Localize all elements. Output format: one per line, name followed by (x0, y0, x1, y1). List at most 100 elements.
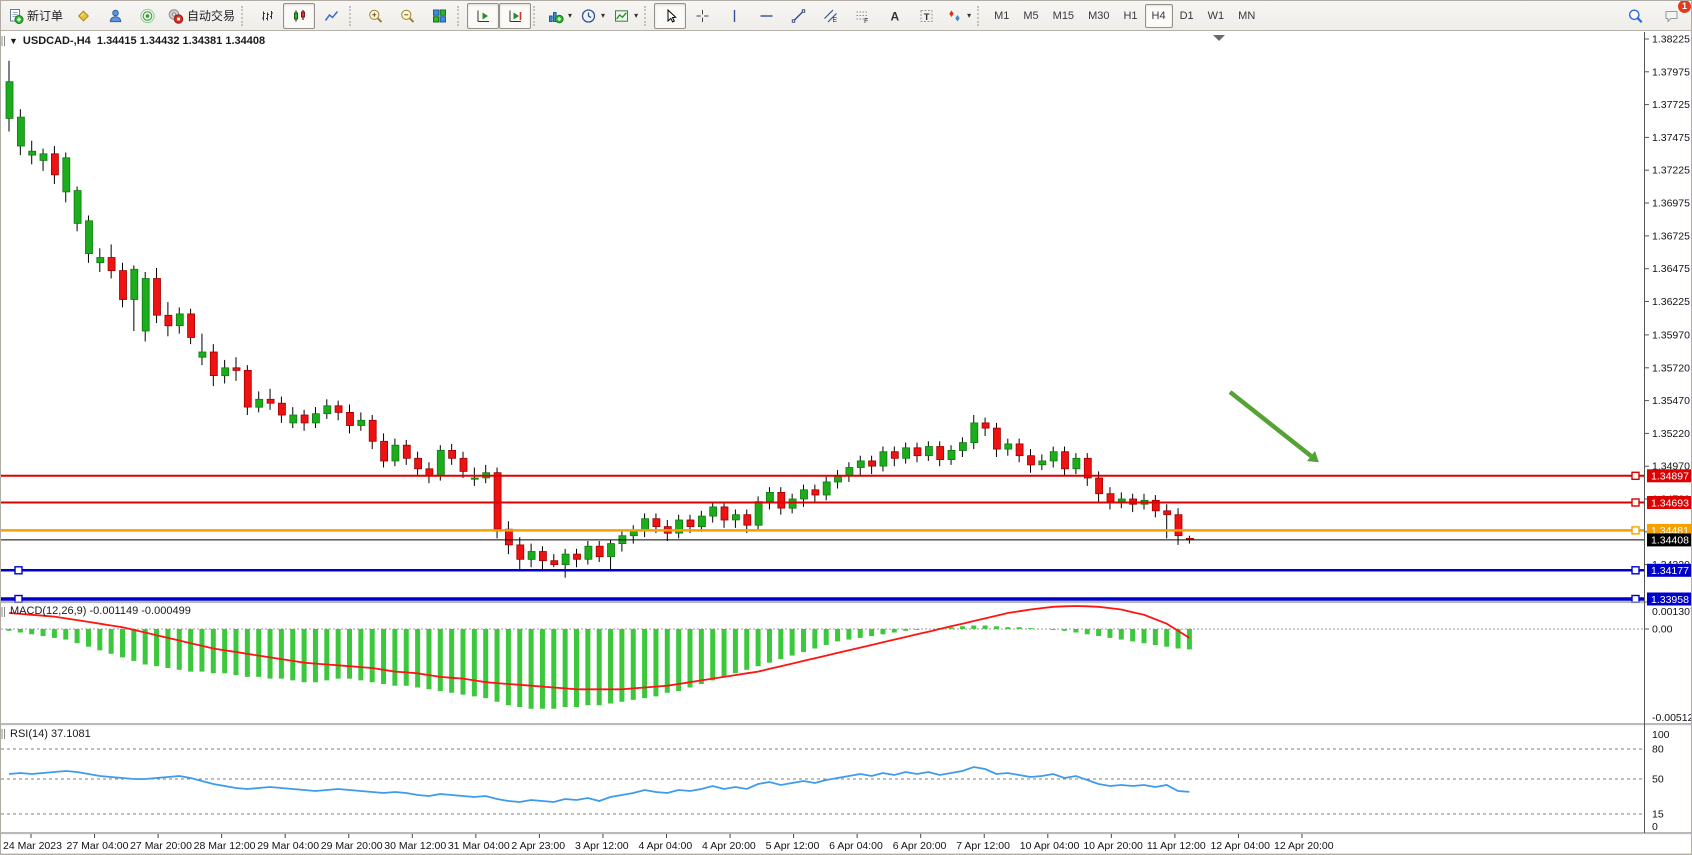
horizontal-line-1.34693[interactable] (1, 499, 1644, 506)
candle (732, 515, 739, 520)
candle (823, 482, 830, 495)
svg-text:A: A (890, 9, 899, 23)
toolbar-separator (533, 6, 539, 26)
metaquotes-button[interactable] (67, 3, 99, 29)
equidistant-channel-button[interactable]: E (814, 3, 846, 29)
time-tick-label: 27 Mar 04:00 (67, 840, 129, 852)
search-button[interactable] (1619, 3, 1651, 29)
candle (471, 478, 478, 479)
chat-notifications-button[interactable]: 1 (1655, 3, 1687, 29)
pane-splitter-grip[interactable] (2, 607, 5, 617)
price-tick-label: 1.35970 (1652, 329, 1690, 341)
autoscroll-icon (475, 8, 492, 24)
line-handle[interactable] (15, 567, 22, 574)
candle (86, 221, 93, 254)
candle (403, 445, 410, 458)
horizontal-line-1.34897[interactable] (1, 472, 1644, 479)
line-handle[interactable] (1632, 567, 1639, 574)
rsi-axis-label: 50 (1652, 774, 1664, 786)
pane-splitter-grip[interactable] (2, 729, 5, 739)
pane-splitter-grip[interactable] (2, 36, 5, 46)
news-broadcast-button[interactable] (131, 3, 163, 29)
zoom-in-button[interactable] (359, 3, 391, 29)
timeframe-button-m30[interactable]: M30 (1081, 4, 1116, 28)
auto-scroll-button[interactable] (467, 3, 499, 29)
textA-icon: A (886, 8, 903, 24)
timeframe-button-m1[interactable]: M1 (987, 4, 1016, 28)
candle (1118, 499, 1125, 502)
svg-text:E: E (832, 17, 837, 24)
horizontal-line-button[interactable] (750, 3, 782, 29)
horizontal-line-1.34177[interactable] (1, 567, 1644, 574)
text-button[interactable]: A (878, 3, 910, 29)
timeframe-button-m5[interactable]: M5 (1016, 4, 1045, 28)
chevron-down-icon[interactable]: ▾ (601, 11, 605, 20)
candle (801, 490, 808, 499)
rsi-indicator-label: RSI(14) 37.1081 (10, 728, 91, 740)
candle (812, 490, 819, 495)
templates-button[interactable]: ▾ (609, 3, 642, 29)
chart-window[interactable]: 1.382251.379751.377251.374751.372251.369… (1, 32, 1692, 855)
line-handle[interactable] (1632, 499, 1639, 506)
timeframe-button-m15[interactable]: M15 (1046, 4, 1081, 28)
candle (698, 516, 705, 527)
candle (1096, 478, 1103, 494)
zoom-out-button[interactable] (391, 3, 423, 29)
auto-icon (167, 8, 184, 24)
timeframe-button-h4[interactable]: H4 (1145, 4, 1173, 28)
line-handle[interactable] (1632, 472, 1639, 479)
chevron-down-icon[interactable]: ▾ (967, 11, 971, 20)
candle (449, 450, 456, 458)
toolbar-separator (457, 6, 463, 26)
trend-arrow-annotation[interactable] (1230, 392, 1319, 462)
arrows-button[interactable]: ▾ (942, 3, 975, 29)
horizontal-line-1.34481[interactable] (1, 527, 1644, 534)
price-tick-label: 1.36725 (1652, 230, 1690, 242)
periods-button[interactable]: ▾ (576, 3, 609, 29)
svg-text:1.33958: 1.33958 (1651, 594, 1689, 606)
tile-windows-button[interactable] (423, 3, 455, 29)
price-tick-label: 1.35220 (1652, 428, 1690, 440)
bar-chart-button[interactable] (251, 3, 283, 29)
chevron-down-icon[interactable]: ▾ (568, 11, 572, 20)
price-label-1.33958: 1.33958 (1647, 593, 1692, 606)
time-tick-label: 10 Apr 20:00 (1083, 840, 1143, 852)
candle-chart-button[interactable] (283, 3, 315, 29)
candle (937, 447, 944, 460)
time-tick-label: 12 Apr 04:00 (1210, 840, 1270, 852)
timeframe-button-w1[interactable]: W1 (1201, 4, 1232, 28)
price-label-1.34177: 1.34177 (1647, 564, 1692, 577)
vertical-line-button[interactable] (718, 3, 750, 29)
price-tick-label: 1.37475 (1652, 132, 1690, 144)
candle (891, 452, 898, 459)
community-button[interactable] (99, 3, 131, 29)
time-tick-label: 24 Mar 2023 (3, 840, 62, 852)
trendline-button[interactable] (782, 3, 814, 29)
line-chart-button[interactable] (315, 3, 347, 29)
timeframe-button-mn[interactable]: MN (1231, 4, 1262, 28)
one-click-trading-toggle[interactable]: ▼ (9, 36, 18, 46)
fibonacci-button[interactable]: F (846, 3, 878, 29)
line-handle[interactable] (1632, 527, 1639, 534)
notification-badge: 1 (1677, 0, 1692, 14)
cursor-button[interactable] (654, 3, 686, 29)
candle (562, 554, 569, 565)
chart-shift-button[interactable] (499, 3, 531, 29)
chevron-down-icon[interactable]: ▾ (634, 11, 638, 20)
text-label-button[interactable]: T (910, 3, 942, 29)
chart-shift-marker[interactable] (1213, 35, 1225, 41)
person-icon (107, 8, 124, 24)
chart-canvas[interactable]: 1.382251.379751.377251.374751.372251.369… (1, 32, 1692, 855)
candle (142, 279, 149, 332)
time-tick-label: 29 Mar 20:00 (321, 840, 383, 852)
timeframe-button-d1[interactable]: D1 (1173, 4, 1201, 28)
toolbar-separator (644, 6, 650, 26)
autotrading-button[interactable]: 自动交易 (163, 3, 239, 29)
candle (29, 151, 36, 155)
timeframe-button-h1[interactable]: H1 (1116, 4, 1144, 28)
time-tick-label: 31 Mar 04:00 (448, 840, 510, 852)
indicators-button[interactable]: ▾ (543, 3, 576, 29)
crosshair-button[interactable] (686, 3, 718, 29)
new-order-button[interactable]: 新订单 (3, 3, 67, 29)
price-tick-label: 1.36225 (1652, 296, 1690, 308)
